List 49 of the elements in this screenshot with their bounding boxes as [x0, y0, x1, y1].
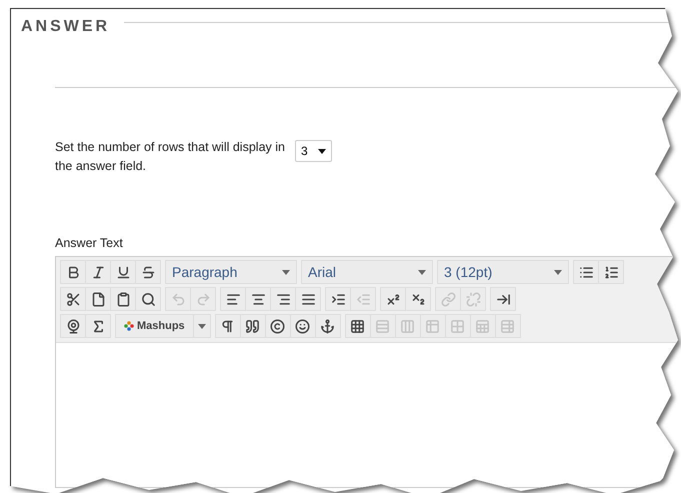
copyright-icon [270, 318, 286, 334]
unlink-icon [466, 292, 480, 306]
link-icon [440, 292, 456, 306]
smiley-icon [295, 318, 310, 334]
numbered-list-icon [604, 264, 618, 280]
rows-select[interactable]: 3 [295, 140, 332, 162]
redo-icon [196, 292, 210, 306]
search-icon [140, 292, 156, 306]
arrow-icon [496, 292, 510, 306]
caret-icon [198, 324, 206, 328]
superscript-icon [386, 292, 400, 306]
anchor-icon [320, 318, 336, 334]
italic-icon [90, 264, 106, 280]
pilcrow-icon [220, 318, 236, 334]
outdent-icon [356, 292, 370, 306]
toolbar-dropdown[interactable]: Arial [302, 261, 432, 283]
strikethrough-icon [140, 264, 156, 280]
dots-icon [124, 321, 134, 331]
table-icon [475, 318, 490, 334]
align-right-icon [276, 292, 290, 306]
toolbar-dropdown[interactable]: 3 (12pt) [438, 261, 568, 283]
rows-setting-label: Set the number of rows that will display in the answer field. [55, 139, 286, 175]
table-rows-icon [375, 318, 390, 334]
quote-icon [245, 318, 260, 334]
mashups-button[interactable]: Mashups [116, 315, 194, 337]
caret-icon [554, 270, 562, 274]
caret-icon [318, 148, 326, 154]
answer-text-label: Answer Text [55, 236, 124, 250]
align-left-icon [226, 292, 240, 306]
subscript-icon [410, 292, 426, 306]
align-center-icon [250, 292, 266, 306]
caret-icon [418, 270, 426, 274]
underline-icon [116, 264, 130, 280]
table-cells-icon [450, 318, 466, 334]
clipboard-icon [116, 292, 130, 306]
table-icon [425, 318, 440, 334]
scissors-icon [66, 292, 80, 306]
undo-icon [170, 292, 186, 306]
caret-icon [282, 270, 290, 274]
justify-icon [300, 292, 316, 306]
table-icon [350, 318, 366, 334]
table-icon [500, 318, 516, 334]
section-title: ANSWER [21, 18, 110, 36]
page-icon [90, 292, 106, 306]
indent-icon [330, 292, 346, 306]
toolbar-dropdown[interactable]: Paragraph [166, 261, 296, 283]
webcam-icon [66, 318, 80, 334]
table-columns-icon [400, 318, 416, 334]
bullet-list-icon [578, 264, 594, 280]
